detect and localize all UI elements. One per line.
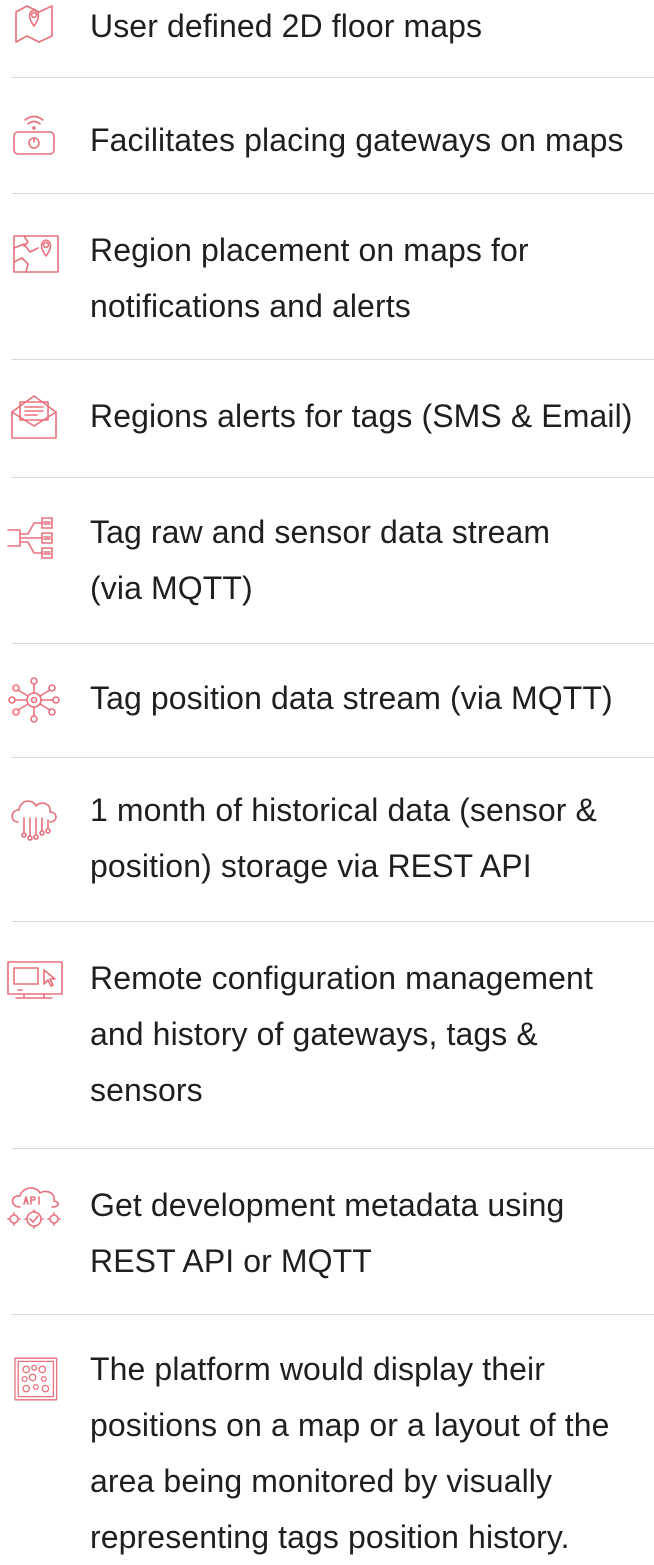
feature-item: Tag raw and sensor data stream (via MQTT… (7, 478, 654, 644)
region-map-icon (6, 230, 64, 278)
feature-item: Get development metadata using REST API … (7, 1149, 654, 1315)
feature-item: Regions alerts for tags (SMS & Email) (11, 360, 654, 478)
monitor-cursor-icon (6, 958, 64, 1006)
feature-text: User defined 2D floor maps (90, 8, 483, 44)
feature-item: Region placement on maps for notificatio… (12, 194, 654, 360)
feature-item: User defined 2D floor maps (12, 0, 654, 78)
network-eye-icon (6, 676, 64, 724)
email-alert-icon (6, 392, 64, 440)
feature-item: The platform would display their positio… (12, 1315, 654, 1555)
feature-item: Tag position data stream (via MQTT) (8, 644, 654, 758)
feature-text: Tag raw and sensor data stream (via MQTT… (90, 514, 551, 606)
api-cloud-gears-icon (6, 1185, 64, 1233)
feature-text: The platform would display their positio… (90, 1351, 610, 1555)
data-stream-icon (6, 514, 64, 562)
feature-text: Regions alerts for tags (SMS & Email) (90, 398, 633, 434)
feature-text: Region placement on maps for notificatio… (90, 232, 529, 324)
feature-text: 1 month of historical data (sensor & pos… (90, 792, 597, 884)
feature-item: Facilitates placing gateways on maps (12, 78, 654, 194)
feature-text: Remote configuration management and hist… (90, 960, 593, 1108)
feature-text: Get development metadata using REST API … (90, 1187, 565, 1279)
position-grid-icon (6, 1355, 64, 1403)
feature-item: 1 month of historical data (sensor & pos… (11, 758, 654, 922)
cloud-storage-icon (6, 794, 64, 842)
wifi-gateway-icon (6, 110, 64, 158)
feature-text: Tag position data stream (via MQTT) (90, 680, 613, 716)
feature-item: Remote configuration management and hist… (7, 922, 654, 1149)
map-pin-icon (6, 0, 64, 48)
feature-text: Facilitates placing gateways on maps (90, 122, 624, 158)
